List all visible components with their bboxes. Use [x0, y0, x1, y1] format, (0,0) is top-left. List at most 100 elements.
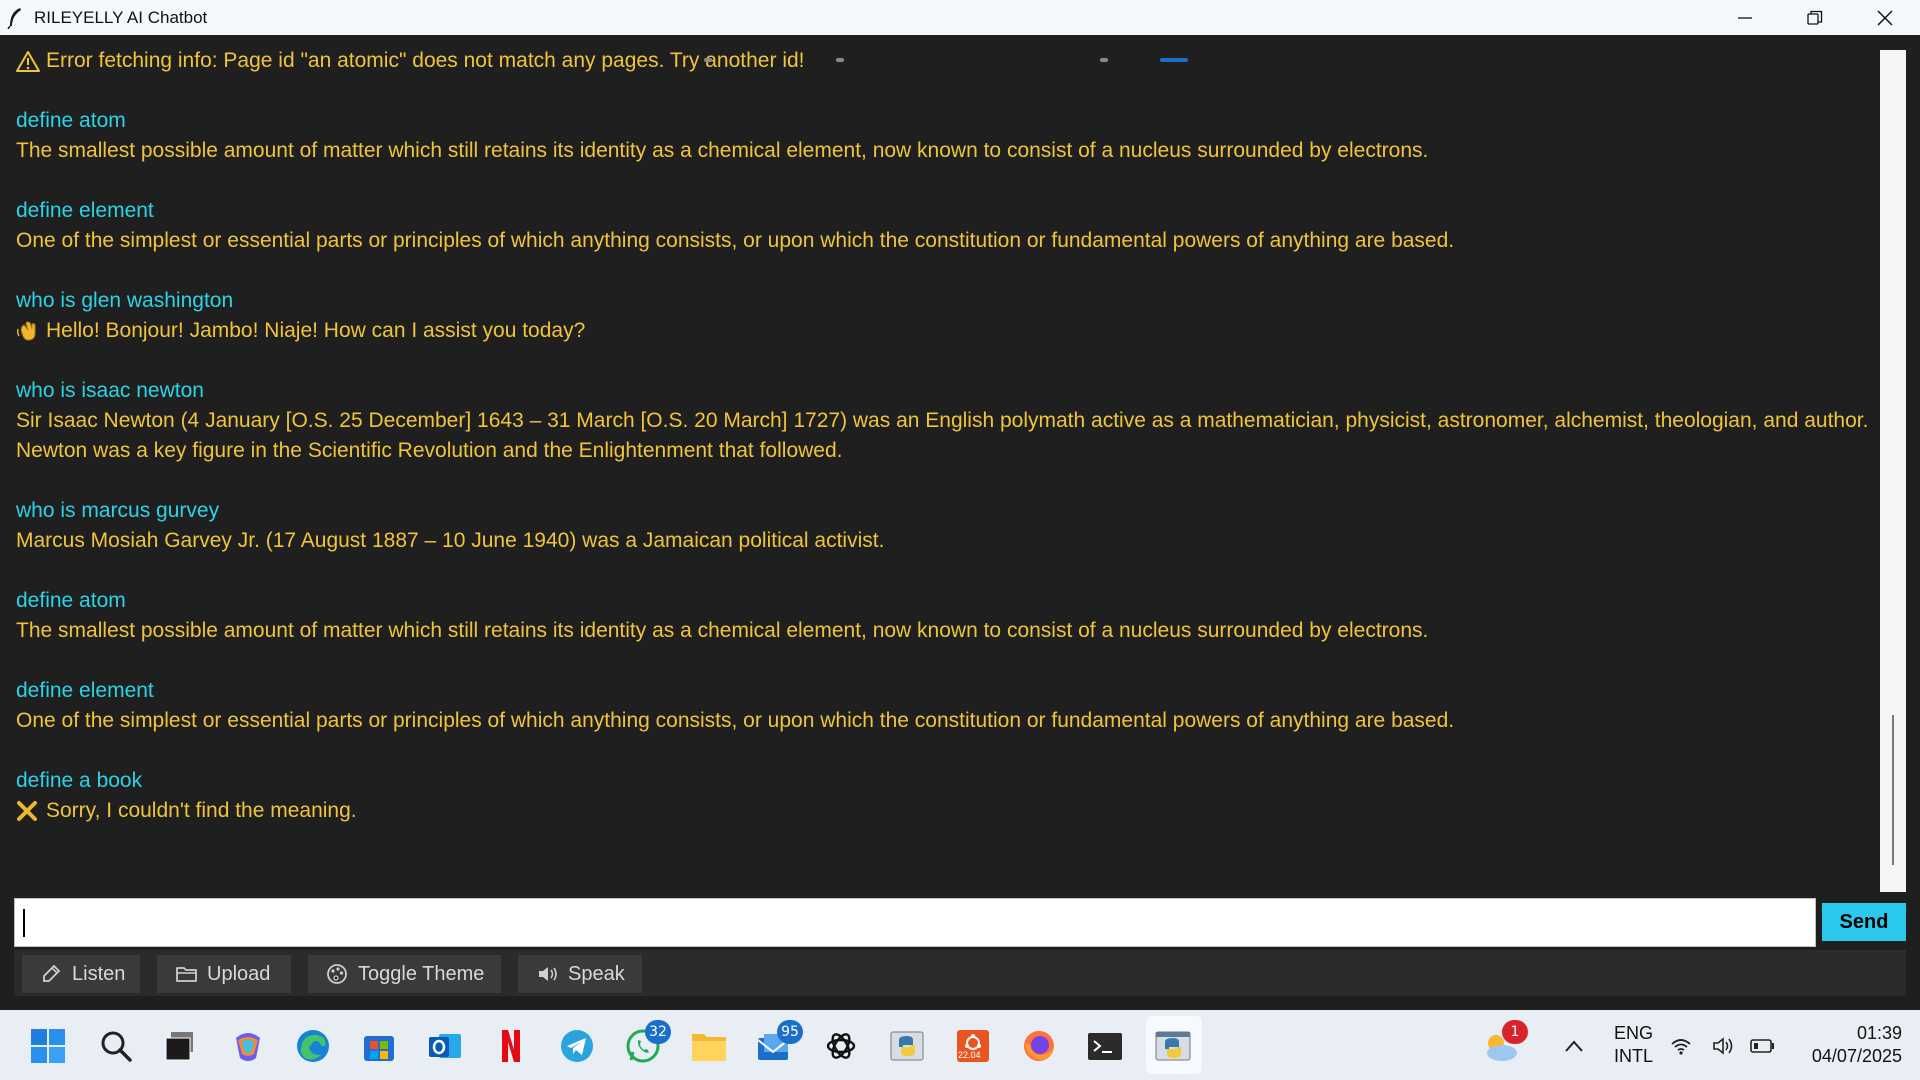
user-message: define element — [16, 199, 154, 222]
microphone-icon — [40, 962, 68, 986]
chat-exchange: define a book Sorry, I couldn't find the … — [16, 766, 1878, 826]
edge-button[interactable] — [293, 1026, 333, 1066]
send-button[interactable]: Send — [1822, 903, 1906, 941]
start-button[interactable] — [28, 1026, 68, 1066]
action-toolbar: Listen Upload Toggle Theme Speak — [14, 950, 1906, 996]
wifi-status[interactable] — [1668, 1026, 1694, 1066]
store-button[interactable] — [359, 1026, 399, 1066]
bot-message-text: Sir Isaac Newton (4 January [O.S. 25 Dec… — [16, 409, 1869, 462]
clock-time: 01:39 — [1856, 1023, 1902, 1043]
bot-message: One of the simplest or essential parts o… — [16, 226, 1878, 256]
bot-message-text: One of the simplest or essential parts o… — [16, 229, 1455, 252]
clock-date: 04/07/2025 — [1811, 1046, 1902, 1066]
bot-message-text: Marcus Mosiah Garvey Jr. (17 August 1887… — [16, 529, 885, 552]
telegram-icon — [561, 1030, 593, 1062]
search-button[interactable] — [96, 1026, 136, 1066]
minimize-icon — [1738, 16, 1752, 19]
wifi-icon — [1671, 1039, 1691, 1055]
terminal-icon — [1088, 1033, 1122, 1060]
toggle-theme-button[interactable]: Toggle Theme — [308, 955, 501, 993]
windows-icon — [31, 1029, 65, 1063]
firefox-icon — [1024, 1031, 1054, 1061]
mail-badge: 95 — [777, 1020, 803, 1044]
volume-status[interactable] — [1710, 1026, 1740, 1066]
terminal-button[interactable] — [1085, 1026, 1125, 1066]
palette-icon — [326, 962, 354, 986]
chat-scrollbar[interactable] — [1880, 50, 1906, 892]
copilot-button[interactable] — [228, 1026, 268, 1066]
speaker-icon — [536, 962, 564, 986]
user-message: define atom — [16, 109, 126, 132]
language-indicator[interactable]: ENG INTL — [1614, 1022, 1653, 1068]
whatsapp-button[interactable]: 32 — [623, 1020, 671, 1066]
listen-button[interactable]: Listen — [22, 955, 140, 993]
bot-message-text: Hello! Bonjour! Jambo! Niaje! How can I … — [46, 319, 586, 342]
scroll-thumb[interactable] — [1892, 715, 1894, 865]
window-title: RILEYELLY AI Chatbot — [34, 7, 208, 27]
bot-message-text: One of the simplest or essential parts o… — [16, 709, 1455, 732]
title-bar: RILEYELLY AI Chatbot — [0, 0, 1920, 35]
user-message: who is marcus gurvey — [16, 499, 220, 522]
bot-message: Sir Isaac Newton (4 January [O.S. 25 Dec… — [16, 406, 1878, 466]
telegram-button[interactable] — [557, 1026, 597, 1066]
firefox-button[interactable] — [1019, 1026, 1059, 1066]
task-view-button[interactable] — [160, 1026, 200, 1066]
wave-icon — [16, 316, 46, 346]
python-app-button[interactable] — [1153, 1026, 1193, 1066]
outlook-icon — [429, 1034, 461, 1058]
ubuntu-button[interactable]: 22.04 — [953, 1026, 993, 1066]
listen-label: Listen — [72, 962, 126, 985]
upload-label: Upload — [207, 962, 271, 985]
bot-message: The smallest possible amount of matter w… — [16, 616, 1878, 646]
volume-icon — [1713, 1037, 1733, 1055]
restore-button[interactable] — [1780, 0, 1850, 35]
chat-exchange: who is marcus gurvey Marcus Mosiah Garvey… — [16, 496, 1878, 556]
chat-exchange: define atom The smallest possible amount … — [16, 586, 1878, 646]
netflix-button[interactable] — [491, 1026, 531, 1066]
bot-message: Marcus Mosiah Garvey Jr. (17 August 1887… — [16, 526, 1878, 556]
toggle-theme-label: Toggle Theme — [358, 962, 485, 985]
show-hidden-icons-button[interactable] — [1554, 1026, 1594, 1066]
netflix-icon — [502, 1030, 520, 1062]
minimize-button[interactable] — [1710, 0, 1780, 35]
chat-exchange: define atom The smallest possible amount … — [16, 106, 1878, 166]
whatsapp-badge: 32 — [645, 1020, 671, 1044]
close-button[interactable] — [1850, 0, 1920, 35]
restore-icon — [1807, 10, 1823, 25]
user-message: define a book — [16, 769, 143, 792]
outlook-button[interactable] — [425, 1026, 465, 1066]
weather-badge: 1 — [1502, 1020, 1528, 1044]
battery-status[interactable] — [1748, 1026, 1778, 1066]
speak-button[interactable]: Speak — [518, 955, 642, 993]
file-explorer-button[interactable] — [689, 1026, 729, 1066]
bot-message-text: Sorry, I couldn't find the meaning. — [46, 799, 357, 822]
clock[interactable]: 01:39 04/07/2025 — [1812, 1022, 1902, 1068]
weather-button[interactable]: 1 — [1480, 1020, 1528, 1066]
error-message: Error fetching info: Page id "an atomic"… — [16, 46, 1878, 76]
bot-message: One of the simplest or essential parts o… — [16, 706, 1878, 736]
chatgpt-button[interactable] — [821, 1026, 861, 1066]
chat-exchange: define element One of the simplest or ess… — [16, 196, 1878, 256]
message-input[interactable] — [14, 898, 1816, 947]
folder-icon — [175, 962, 203, 986]
chatgpt-icon — [826, 1033, 856, 1059]
feather-icon — [6, 7, 24, 29]
search-icon — [101, 1031, 132, 1062]
upload-button[interactable]: Upload — [157, 955, 291, 993]
bot-message-text: The smallest possible amount of matter w… — [16, 139, 1429, 162]
python-idle-button[interactable] — [887, 1026, 927, 1066]
bot-message-text: The smallest possible amount of matter w… — [16, 619, 1429, 642]
task-view-icon — [165, 1032, 193, 1061]
python-window-icon — [890, 1031, 924, 1061]
chat-exchange: who is glen washington Hello! Bonjour! Ja… — [16, 286, 1878, 346]
error-text: Error fetching info: Page id "an atomic"… — [46, 49, 805, 72]
user-message: who is glen washington — [16, 289, 234, 312]
outlook-mail-button[interactable]: 95 — [755, 1020, 803, 1066]
store-icon — [364, 1036, 394, 1061]
user-message: define element — [16, 679, 154, 702]
chat-history: Error fetching info: Page id "an atomic"… — [0, 38, 1878, 890]
edge-icon — [297, 1030, 329, 1062]
user-message: who is isaac newton — [16, 379, 204, 402]
chat-exchange: define element One of the simplest or ess… — [16, 676, 1878, 736]
text-caret — [23, 909, 25, 937]
